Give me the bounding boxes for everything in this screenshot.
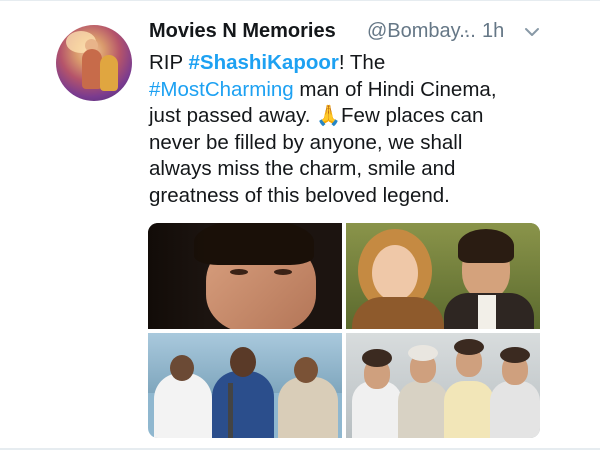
photo-hair bbox=[500, 347, 530, 363]
photo-hair bbox=[194, 223, 314, 265]
display-name[interactable]: Movies N Memories bbox=[149, 20, 336, 43]
photo-face bbox=[372, 245, 418, 301]
photo-microphone bbox=[228, 383, 233, 438]
tweet-text: RIP #ShashiKapoor! The #MostCharming man… bbox=[149, 50, 559, 210]
photo-eye bbox=[230, 269, 248, 275]
tweet-line: never be filled by anyone, we shall bbox=[149, 130, 463, 154]
photo-body bbox=[352, 381, 402, 438]
tweet-header: Movies N Memories @Bombay... · 1h bbox=[149, 18, 549, 44]
top-divider bbox=[0, 0, 600, 1]
photo-hair bbox=[362, 349, 392, 367]
hashtag-link[interactable]: #ShashiKapoor bbox=[189, 51, 339, 74]
tweet-line: always miss the charm, smile and bbox=[149, 157, 456, 181]
photo-body bbox=[352, 297, 444, 329]
photo-hair bbox=[408, 345, 438, 361]
photo-body bbox=[490, 381, 540, 438]
tweet-line: #MostCharming man of Hindi Cinema, bbox=[149, 77, 559, 104]
photo-body bbox=[398, 381, 448, 438]
photo-group[interactable] bbox=[346, 333, 540, 438]
avatar-figure bbox=[82, 49, 102, 89]
photo-body bbox=[278, 377, 338, 438]
photo-eye bbox=[274, 269, 292, 275]
photo-crowd[interactable] bbox=[148, 333, 342, 438]
tweet-text-segment: RIP bbox=[149, 51, 189, 74]
hashtag-link[interactable]: #MostCharming bbox=[149, 78, 294, 101]
photo-body bbox=[212, 371, 274, 438]
avatar[interactable] bbox=[56, 25, 132, 101]
avatar-figure bbox=[100, 55, 118, 91]
tweet-text-segment: man of Hindi Cinema, bbox=[293, 77, 497, 101]
photo-head bbox=[230, 347, 256, 377]
dot-separator: · bbox=[463, 20, 470, 42]
folded-hands-emoji: 🙏 bbox=[316, 105, 342, 128]
tweet-text-segment: Few places can bbox=[341, 104, 484, 128]
photo-body bbox=[444, 381, 494, 438]
tweet-line: just passed away. 🙏Few places can bbox=[149, 103, 559, 130]
photo-head bbox=[170, 355, 194, 381]
photo-hair bbox=[454, 339, 484, 355]
user-handle[interactable]: @Bombay... bbox=[367, 20, 476, 43]
photo-head bbox=[294, 357, 318, 383]
photo-body bbox=[154, 373, 212, 438]
photo-hair bbox=[458, 229, 514, 263]
tweet-line: greatness of this beloved legend. bbox=[149, 183, 450, 207]
timestamp[interactable]: 1h bbox=[482, 20, 504, 43]
tweet-text-segment: just passed away. bbox=[149, 104, 317, 128]
photo-closeup-portrait[interactable] bbox=[148, 223, 342, 329]
photo-couple[interactable] bbox=[346, 223, 540, 329]
photo-shirt bbox=[478, 295, 496, 329]
media-grid bbox=[148, 223, 540, 438]
chevron-down-icon[interactable] bbox=[523, 23, 541, 41]
tweet-line: RIP #ShashiKapoor! The bbox=[149, 50, 559, 77]
photo-shadow bbox=[148, 223, 208, 329]
tweet-text-segment: ! The bbox=[338, 51, 386, 74]
